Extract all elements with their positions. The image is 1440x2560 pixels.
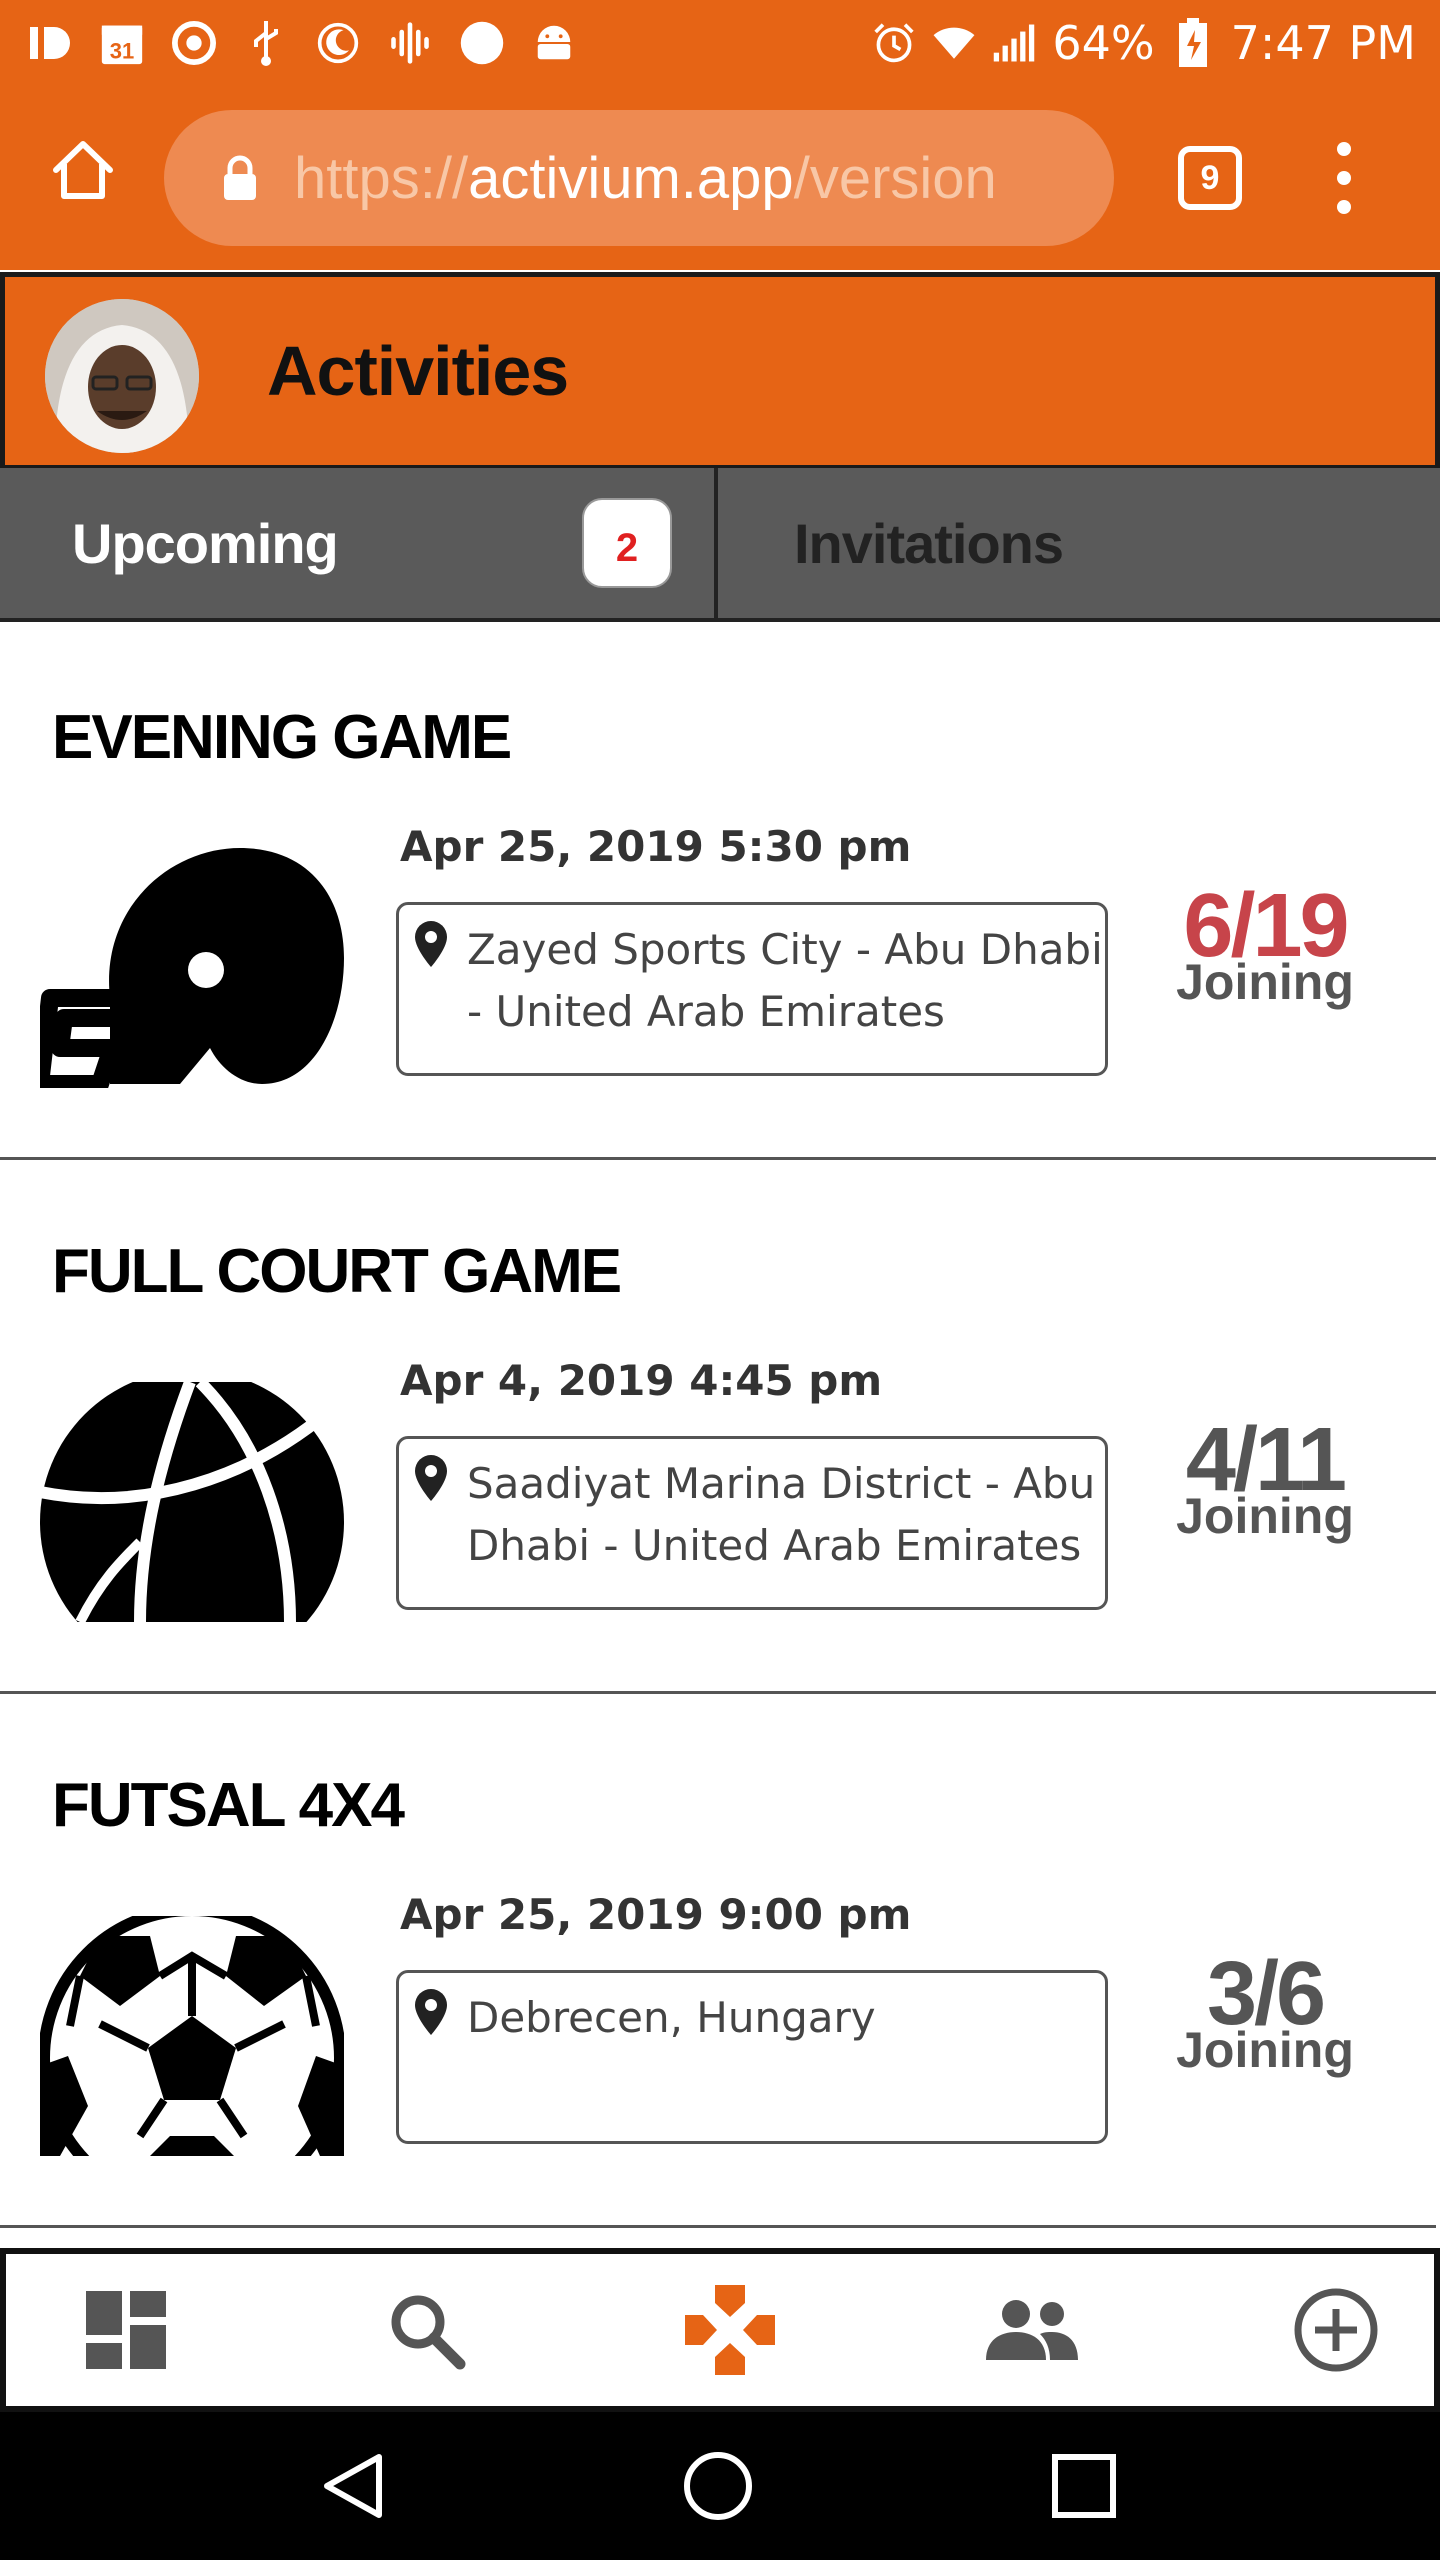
page-title: Activities	[267, 332, 569, 410]
tab-switcher-button[interactable]: 9	[1178, 146, 1242, 210]
browser-toolbar: https://activium.app/version 9	[0, 86, 1440, 270]
joining-count: 6/19 Joining	[1150, 881, 1380, 1010]
activity-title: FULL COURT GAME	[52, 1237, 622, 1306]
home-circle-icon	[684, 2452, 752, 2520]
activity-card[interactable]: FUTSAL 4X4 Apr 25, 2019 9:00 pm Debrecen…	[0, 1694, 1436, 2228]
system-nav-bar	[0, 2412, 1440, 2560]
url-scheme: https://	[294, 145, 469, 211]
dashboard-icon	[86, 2291, 166, 2369]
url-host: activium.app	[468, 145, 794, 211]
home-icon	[53, 141, 113, 199]
joining-count: 3/6 Joining	[1150, 1949, 1380, 2078]
night-mode-icon	[316, 21, 360, 65]
joining-label: Joining	[1176, 1488, 1354, 1544]
activity-card[interactable]: EVENING GAME Apr 25, 2019 5:30 pm Zayed …	[0, 626, 1436, 1160]
tab-invitations[interactable]: Invitations	[722, 468, 1440, 618]
people-icon	[986, 2300, 1078, 2360]
menu-dot	[1337, 171, 1351, 185]
activity-title: FUTSAL 4X4	[52, 1771, 405, 1840]
activity-date: Apr 25, 2019 9:00 pm	[400, 1890, 912, 1939]
nav-dashboard[interactable]	[66, 2254, 186, 2406]
recents-square-icon	[1052, 2454, 1116, 2518]
usb-icon	[244, 21, 288, 66]
back-button[interactable]	[314, 2446, 394, 2526]
add-circle-icon	[1294, 2288, 1378, 2372]
calendar-icon: 31	[100, 21, 144, 65]
alarm-icon	[872, 21, 916, 65]
activity-location-box: Zayed Sports City - Abu Dhabi - United A…	[396, 902, 1108, 1076]
search-icon	[391, 2295, 466, 2370]
upcoming-count-badge: 2	[582, 498, 672, 588]
profile-photo	[45, 299, 199, 453]
status-bar-system: 64% 7:47 PM	[872, 0, 1416, 86]
activity-date: Apr 4, 2019 4:45 pm	[400, 1356, 883, 1405]
home-nav-button[interactable]	[678, 2446, 758, 2526]
tab-upcoming[interactable]: Upcoming 2	[0, 468, 718, 618]
lock-icon	[224, 155, 256, 200]
calendar-day: 31	[110, 39, 134, 64]
activity-location: Saadiyat Marina District - Abu Dhabi - U…	[467, 1459, 1096, 1570]
soccer-ball-icon	[40, 1916, 344, 2156]
nav-search[interactable]	[366, 2254, 486, 2406]
joining-label: Joining	[1176, 2022, 1354, 2078]
clock-time: 7:47 PM	[1230, 16, 1416, 70]
url-field[interactable]: https://activium.app/version	[164, 110, 1114, 246]
basketball-icon	[40, 1382, 344, 1622]
wifi-icon	[932, 21, 976, 65]
circle-icon	[460, 21, 504, 65]
activity-card[interactable]: FULL COURT GAME Apr 4, 2019 4:45 pm Saad…	[0, 1160, 1436, 1694]
signal-icon	[992, 21, 1036, 65]
location-pin-icon	[415, 1989, 447, 2035]
url-text: https://activium.app/version	[294, 145, 997, 212]
location-pin-icon	[415, 921, 447, 967]
battery-percent: 64%	[1052, 16, 1155, 70]
home-button[interactable]	[48, 134, 118, 204]
location-pin-icon	[415, 1455, 447, 1501]
bottom-nav	[0, 2248, 1440, 2412]
joining-label: Joining	[1176, 954, 1354, 1010]
back-triangle-icon	[324, 2454, 382, 2518]
nav-activities[interactable]	[670, 2254, 790, 2406]
activity-location: Zayed Sports City - Abu Dhabi - United A…	[467, 925, 1103, 1036]
gamepad-icon	[685, 2285, 775, 2375]
tab-bar: Upcoming 2 Invitations	[0, 468, 1440, 622]
nav-people[interactable]	[972, 2254, 1092, 2406]
app-header: Activities	[0, 272, 1440, 470]
football-helmet-icon	[31, 848, 344, 1093]
activity-date: Apr 25, 2019 5:30 pm	[400, 822, 912, 871]
url-path: /version	[793, 145, 997, 211]
activity-location: Debrecen, Hungary	[467, 1993, 876, 2042]
battery-charging-icon	[1171, 18, 1215, 67]
status-bar: 31 64% 7:47 PM	[0, 0, 1440, 86]
recents-button[interactable]	[1044, 2446, 1124, 2526]
tab-upcoming-label: Upcoming	[72, 511, 339, 575]
chrome-icon	[172, 21, 216, 65]
avatar[interactable]	[45, 299, 199, 453]
menu-dot	[1337, 200, 1351, 214]
menu-dot	[1337, 142, 1351, 156]
activity-title: EVENING GAME	[52, 703, 512, 772]
podcast-icon	[388, 21, 432, 65]
joining-count: 4/11 Joining	[1150, 1415, 1380, 1544]
activity-location-box: Debrecen, Hungary	[396, 1970, 1108, 2144]
nav-create[interactable]	[1276, 2254, 1396, 2406]
id-icon	[28, 21, 72, 65]
tab-invitations-label: Invitations	[794, 511, 1064, 575]
status-bar-notifications: 31	[28, 0, 576, 86]
activity-location-box: Saadiyat Marina District - Abu Dhabi - U…	[396, 1436, 1108, 1610]
android-icon	[532, 21, 576, 65]
overflow-menu-button[interactable]	[1324, 136, 1364, 220]
